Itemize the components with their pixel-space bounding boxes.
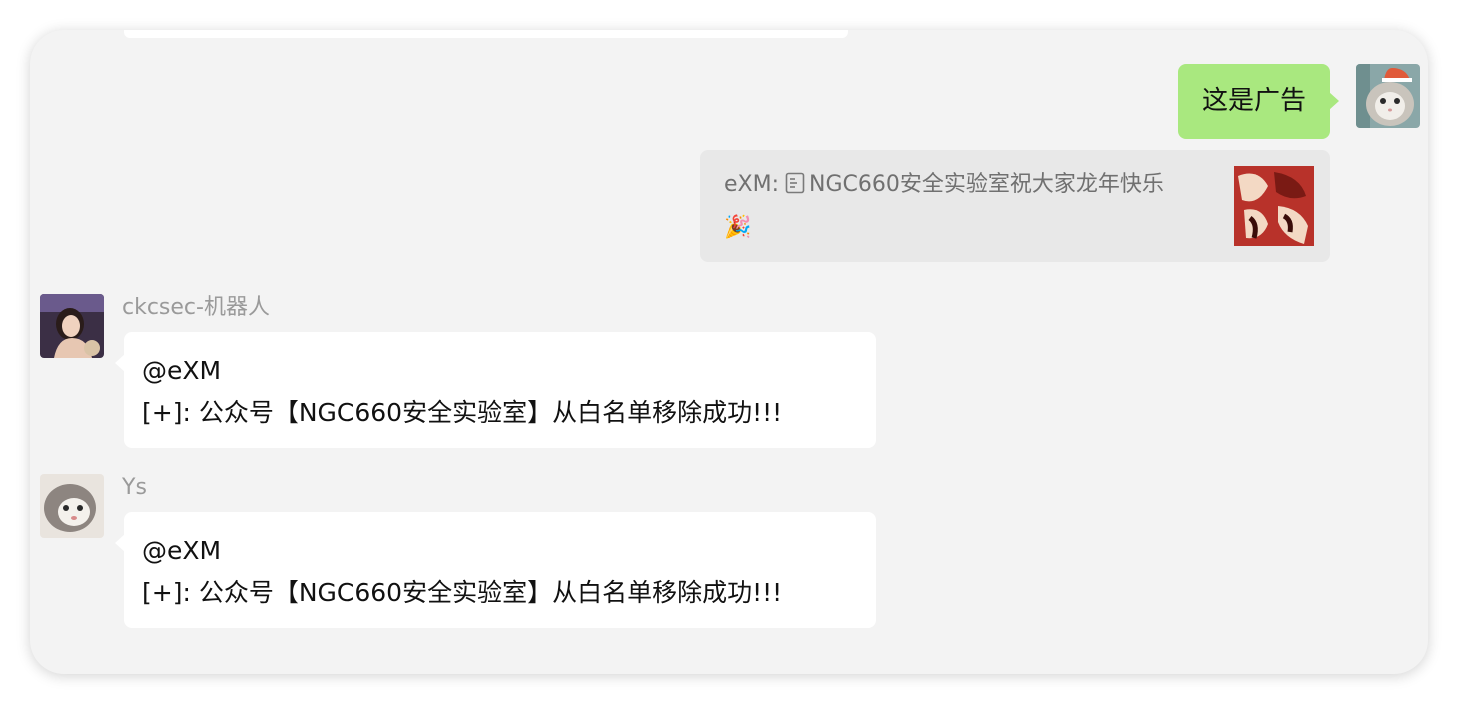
ys-sender-name: Ys (122, 475, 147, 500)
bot-sender-name: ckcsec-机器人 (122, 295, 270, 320)
party-popper-icon: 🎉 (724, 215, 752, 240)
previous-message-bubble[interactable] (124, 30, 848, 38)
ys-message-body: [+]: 公众号【NGC660安全实验室】从白名单移除成功!!! (142, 578, 783, 607)
ys-avatar[interactable] (40, 474, 104, 538)
article-thumbnail[interactable] (1234, 166, 1314, 246)
outgoing-message-text: 这是广告 (1201, 86, 1306, 116)
quoted-article-card[interactable]: eXM: NGC660安全实验室祝大家龙年快乐 🎉 (700, 150, 1330, 262)
cat-avatar-image (1356, 64, 1420, 128)
ckcsec-bot-avatar[interactable] (40, 294, 104, 358)
document-icon (785, 171, 805, 205)
quote-title: NGC660安全实验室祝大家龙年快乐 (809, 172, 1164, 197)
ys-message-mention: @eXM (142, 536, 222, 565)
outgoing-message-bubble[interactable]: 这是广告 (1178, 64, 1339, 139)
quoted-article-text: eXM: NGC660安全实验室祝大家龙年快乐 🎉 (724, 168, 1234, 245)
article-thumbnail-image (1234, 166, 1314, 246)
bot-message-mention: @eXM (142, 356, 222, 385)
my-avatar[interactable] (1356, 64, 1420, 128)
ys-message-bubble[interactable]: @eXM [+]: 公众号【NGC660安全实验室】从白名单移除成功!!! (115, 512, 876, 628)
quote-sender: eXM: (724, 172, 779, 197)
chat-window: 这是广告 eXM: NGC660安全实验室祝大家龙年快乐 🎉 ckcsec-机器… (30, 30, 1428, 674)
bot-message-body: [+]: 公众号【NGC660安全实验室】从白名单移除成功!!! (142, 398, 783, 427)
bot-message-bubble[interactable]: @eXM [+]: 公众号【NGC660安全实验室】从白名单移除成功!!! (115, 332, 876, 448)
ys-cat-avatar-image (40, 474, 104, 538)
bot-avatar-image (40, 294, 104, 358)
